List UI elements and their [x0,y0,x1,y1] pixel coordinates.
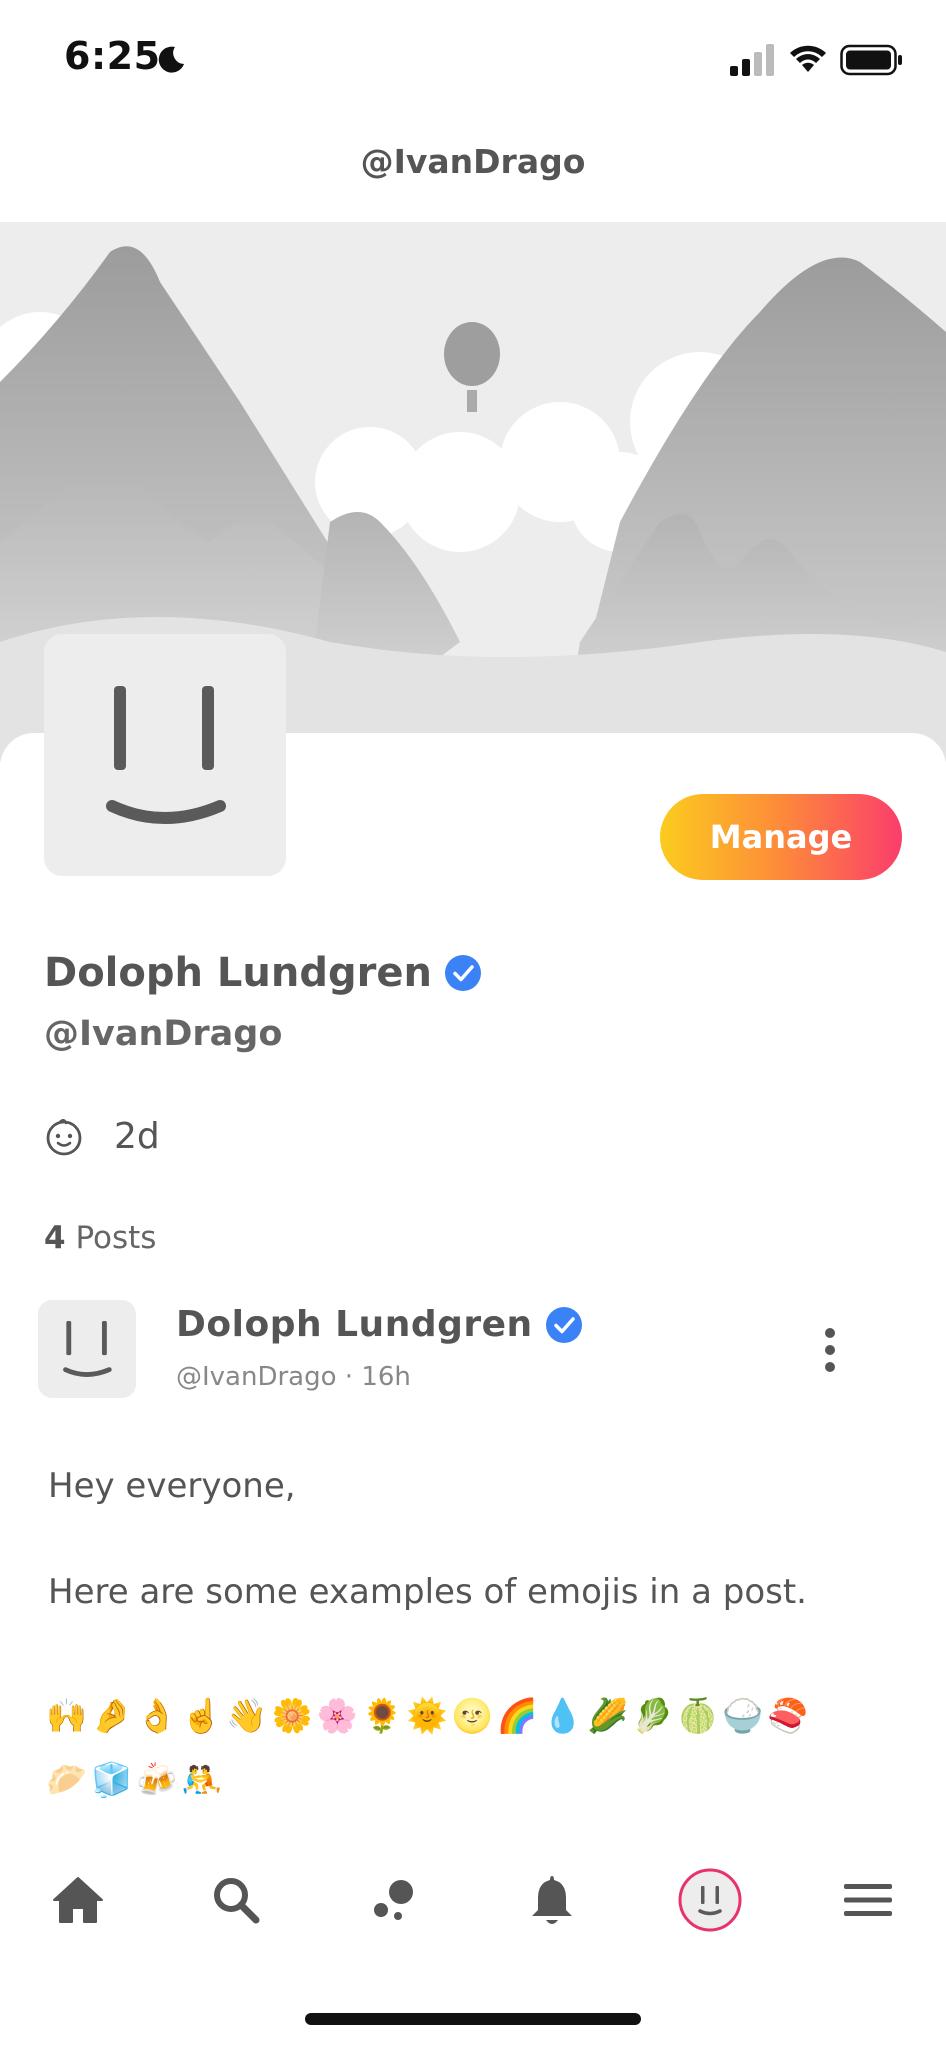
status-bar: 6:25 [0,0,946,110]
post-author-row: Doloph Lundgren [176,1304,583,1345]
tab-menu[interactable] [828,1860,908,1940]
post-author-avatar[interactable] [38,1300,136,1398]
tab-explore[interactable] [354,1860,434,1940]
post-text-line: Hey everyone, [48,1466,296,1506]
tab-notifications[interactable] [512,1860,592,1940]
page-title: @IvanDrago [360,142,586,181]
smiley-face-icon [63,1321,112,1377]
signal-icon [730,44,774,76]
profile-name: Doloph Lundgren [44,950,432,996]
tab-profile[interactable] [670,1860,750,1940]
tab-search[interactable] [196,1860,276,1940]
posts-count-label: Posts [75,1220,157,1256]
emoji-row: 🙌🤌👌☝️👋🌼🌸🌻🌞🌝🌈💧🌽🥬🍈🍚🍣 [46,1696,813,1735]
battery-icon [840,44,902,76]
baby-face-icon [46,1118,82,1155]
bell-icon [532,1876,572,1924]
explore-dots-icon [374,1880,413,1920]
smiley-face-icon [106,686,226,824]
posts-count: 4 Posts [44,1220,156,1256]
wifi-icon [790,45,826,72]
manage-button[interactable]: Manage [660,794,902,880]
verified-badge-icon [545,1306,582,1343]
tab-home[interactable] [38,1860,118,1940]
status-time: 6:25 [64,34,161,78]
verified-badge-icon [444,955,481,991]
post-meta: @IvanDrago · 16h [176,1362,411,1392]
profile-handle: @IvanDrago [44,1014,283,1054]
profile-avatar[interactable] [44,634,286,876]
account-age-row: 2d [44,1116,160,1157]
menu-icon [844,1884,892,1916]
post-author-name[interactable]: Doloph Lundgren [176,1304,533,1345]
more-options-icon[interactable] [812,1326,848,1374]
home-indicator [305,2013,641,2025]
posts-count-number: 4 [44,1220,66,1256]
bottom-tab-bar [0,1860,946,1940]
profile-name-row: Doloph Lundgren [44,950,482,996]
post-text-line: Here are some examples of emojis in a po… [48,1572,807,1612]
profile-content-card [0,733,946,2048]
profile-avatar-icon [678,1868,742,1932]
emoji-row: 🥟🧊🍻🤼 [46,1760,227,1799]
post-emojis: 🙌🤌👌☝️👋🌼🌸🌻🌞🌝🌈💧🌽🥬🍈🍚🍣 🥟🧊🍻🤼 [46,1684,886,1812]
moon-icon [158,46,184,73]
search-icon [214,1878,260,1924]
account-age: 2d [114,1116,160,1157]
home-icon [53,1877,103,1923]
